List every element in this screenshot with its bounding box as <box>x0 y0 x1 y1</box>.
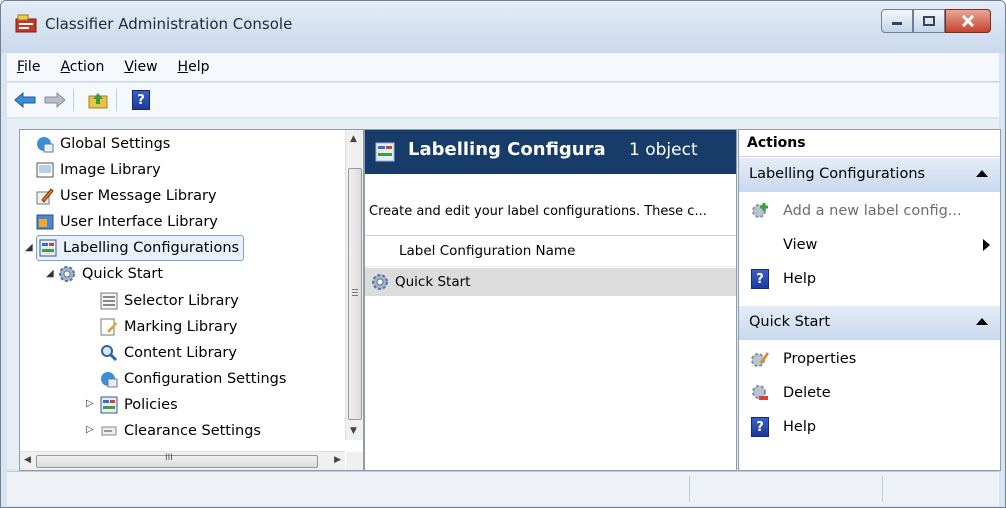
menu-bar: File Action View Help <box>7 53 999 82</box>
expand-arrow-icon[interactable]: ▷ <box>86 424 94 435</box>
status-divider <box>882 476 883 502</box>
scroll-thumb[interactable]: III <box>36 453 318 468</box>
marking-icon <box>100 318 118 336</box>
actions-section-quick-start[interactable]: Quick Start <box>739 306 1000 340</box>
labels-icon <box>375 142 395 162</box>
action-properties[interactable]: Properties <box>739 342 1000 376</box>
window-icon <box>36 213 54 231</box>
menu-view[interactable]: View <box>114 59 167 75</box>
menu-help[interactable]: Help <box>168 59 220 75</box>
back-button[interactable] <box>13 88 37 112</box>
collapse-icon[interactable] <box>976 318 988 325</box>
action-view[interactable]: View <box>739 228 1000 262</box>
labels-icon <box>100 396 118 414</box>
menu-file[interactable]: File <box>7 59 50 75</box>
tree-item-selector-library[interactable]: Selector Library <box>100 289 239 313</box>
list-icon <box>100 292 118 310</box>
labels-icon <box>39 239 57 257</box>
image-icon <box>36 161 54 179</box>
scroll-corner <box>346 452 363 470</box>
minimize-icon <box>892 22 902 25</box>
scroll-left-icon[interactable]: ◀ <box>24 455 31 465</box>
menu-action[interactable]: Action <box>50 59 114 75</box>
actions-header: Actions <box>739 130 1000 157</box>
app-icon <box>15 14 37 33</box>
tree-item-global-settings[interactable]: Global Settings <box>36 132 170 156</box>
help-icon: ? <box>751 417 769 437</box>
scroll-thumb[interactable] <box>348 168 362 420</box>
scroll-right-icon[interactable]: ▶ <box>334 455 341 465</box>
gear-icon <box>58 265 76 283</box>
tree-vertical-scrollbar[interactable]: ▲ ▼ <box>345 130 363 440</box>
minimize-button[interactable] <box>881 9 913 33</box>
results-title: Labelling Configura <box>408 139 606 160</box>
add-gear-icon <box>751 202 769 220</box>
toolbar-separator <box>116 89 117 111</box>
status-divider <box>689 476 690 502</box>
results-list: Label Configuration Name Quick Start <box>365 235 736 471</box>
properties-icon <box>751 350 769 368</box>
object-count: 1 object <box>627 140 698 160</box>
client-area: Global Settings Image Library User Messa… <box>7 119 1001 471</box>
status-bar <box>7 471 999 506</box>
tree-item-user-message-library[interactable]: User Message Library <box>36 184 217 208</box>
tree-item-marking-library[interactable]: Marking Library <box>100 315 238 339</box>
maximize-icon <box>923 16 935 26</box>
help-button[interactable]: ? <box>129 88 153 112</box>
action-help-quick-start[interactable]: ? Help <box>739 410 1000 444</box>
delete-icon <box>751 384 769 402</box>
globe-settings-icon <box>100 370 118 388</box>
back-icon <box>14 92 36 108</box>
collapse-icon[interactable] <box>976 170 988 177</box>
forward-icon <box>44 92 66 108</box>
results-description: Create and edit your label configuration… <box>369 204 707 219</box>
actions-pane: Actions Labelling Configurations Add a n… <box>738 129 1001 471</box>
tree-item-user-interface-library[interactable]: User Interface Library <box>36 210 218 234</box>
tree-view: Global Settings Image Library User Messa… <box>20 130 345 440</box>
gear-icon <box>372 274 388 290</box>
close-icon <box>961 15 975 27</box>
column-header[interactable]: Label Configuration Name <box>365 236 736 267</box>
application-window: Classifier Administration Console File A… <box>0 0 1006 508</box>
window-title: Classifier Administration Console <box>45 15 293 33</box>
title-bar: Classifier Administration Console <box>1 1 1005 53</box>
action-help[interactable]: ? Help <box>739 262 1000 296</box>
help-icon: ? <box>132 90 150 110</box>
up-folder-icon <box>88 93 108 109</box>
list-item[interactable]: Quick Start <box>365 268 736 296</box>
globe-settings-icon <box>36 135 54 153</box>
toolbar: ? <box>7 83 999 117</box>
tree-item-labelling-configurations[interactable]: Labelling Configurations <box>36 235 245 261</box>
toolbar-separator <box>73 89 74 111</box>
action-delete[interactable]: Delete <box>739 376 1000 410</box>
tree-pane: Global Settings Image Library User Messa… <box>19 129 364 471</box>
expand-arrow-icon[interactable]: ▷ <box>86 398 94 409</box>
tree-item-policies[interactable]: Policies <box>100 393 178 417</box>
results-pane: Labelling Configura 1 object Create and … <box>364 129 737 471</box>
action-add-label-config[interactable]: Add a new label config... <box>739 194 1000 228</box>
collapse-arrow-icon[interactable]: ◢ <box>46 268 54 279</box>
tree-item-quick-start[interactable]: Quick Start <box>58 262 163 286</box>
collapse-arrow-icon[interactable]: ◢ <box>25 242 33 253</box>
tree-item-configuration-settings[interactable]: Configuration Settings <box>100 367 286 391</box>
card-icon <box>100 422 118 440</box>
scroll-down-icon[interactable]: ▼ <box>350 426 357 436</box>
tree-item-image-library[interactable]: Image Library <box>36 158 161 182</box>
scroll-up-icon[interactable]: ▲ <box>350 134 357 144</box>
magnifier-icon <box>100 344 118 362</box>
actions-section-labelling-configurations[interactable]: Labelling Configurations <box>739 158 1000 192</box>
submenu-arrow-icon <box>983 239 990 251</box>
results-header: Labelling Configura 1 object <box>365 130 736 174</box>
close-button[interactable] <box>945 9 991 33</box>
tree-item-clearance-settings[interactable]: Clearance Settings <box>100 419 261 440</box>
up-folder-button[interactable] <box>86 88 110 112</box>
forward-button[interactable] <box>43 88 67 112</box>
maximize-button[interactable] <box>913 9 945 33</box>
help-icon: ? <box>751 269 769 289</box>
tree-item-content-library[interactable]: Content Library <box>100 341 237 365</box>
pencil-note-icon <box>36 187 54 205</box>
tree-horizontal-scrollbar[interactable]: ◀ III ▶ <box>20 451 345 470</box>
